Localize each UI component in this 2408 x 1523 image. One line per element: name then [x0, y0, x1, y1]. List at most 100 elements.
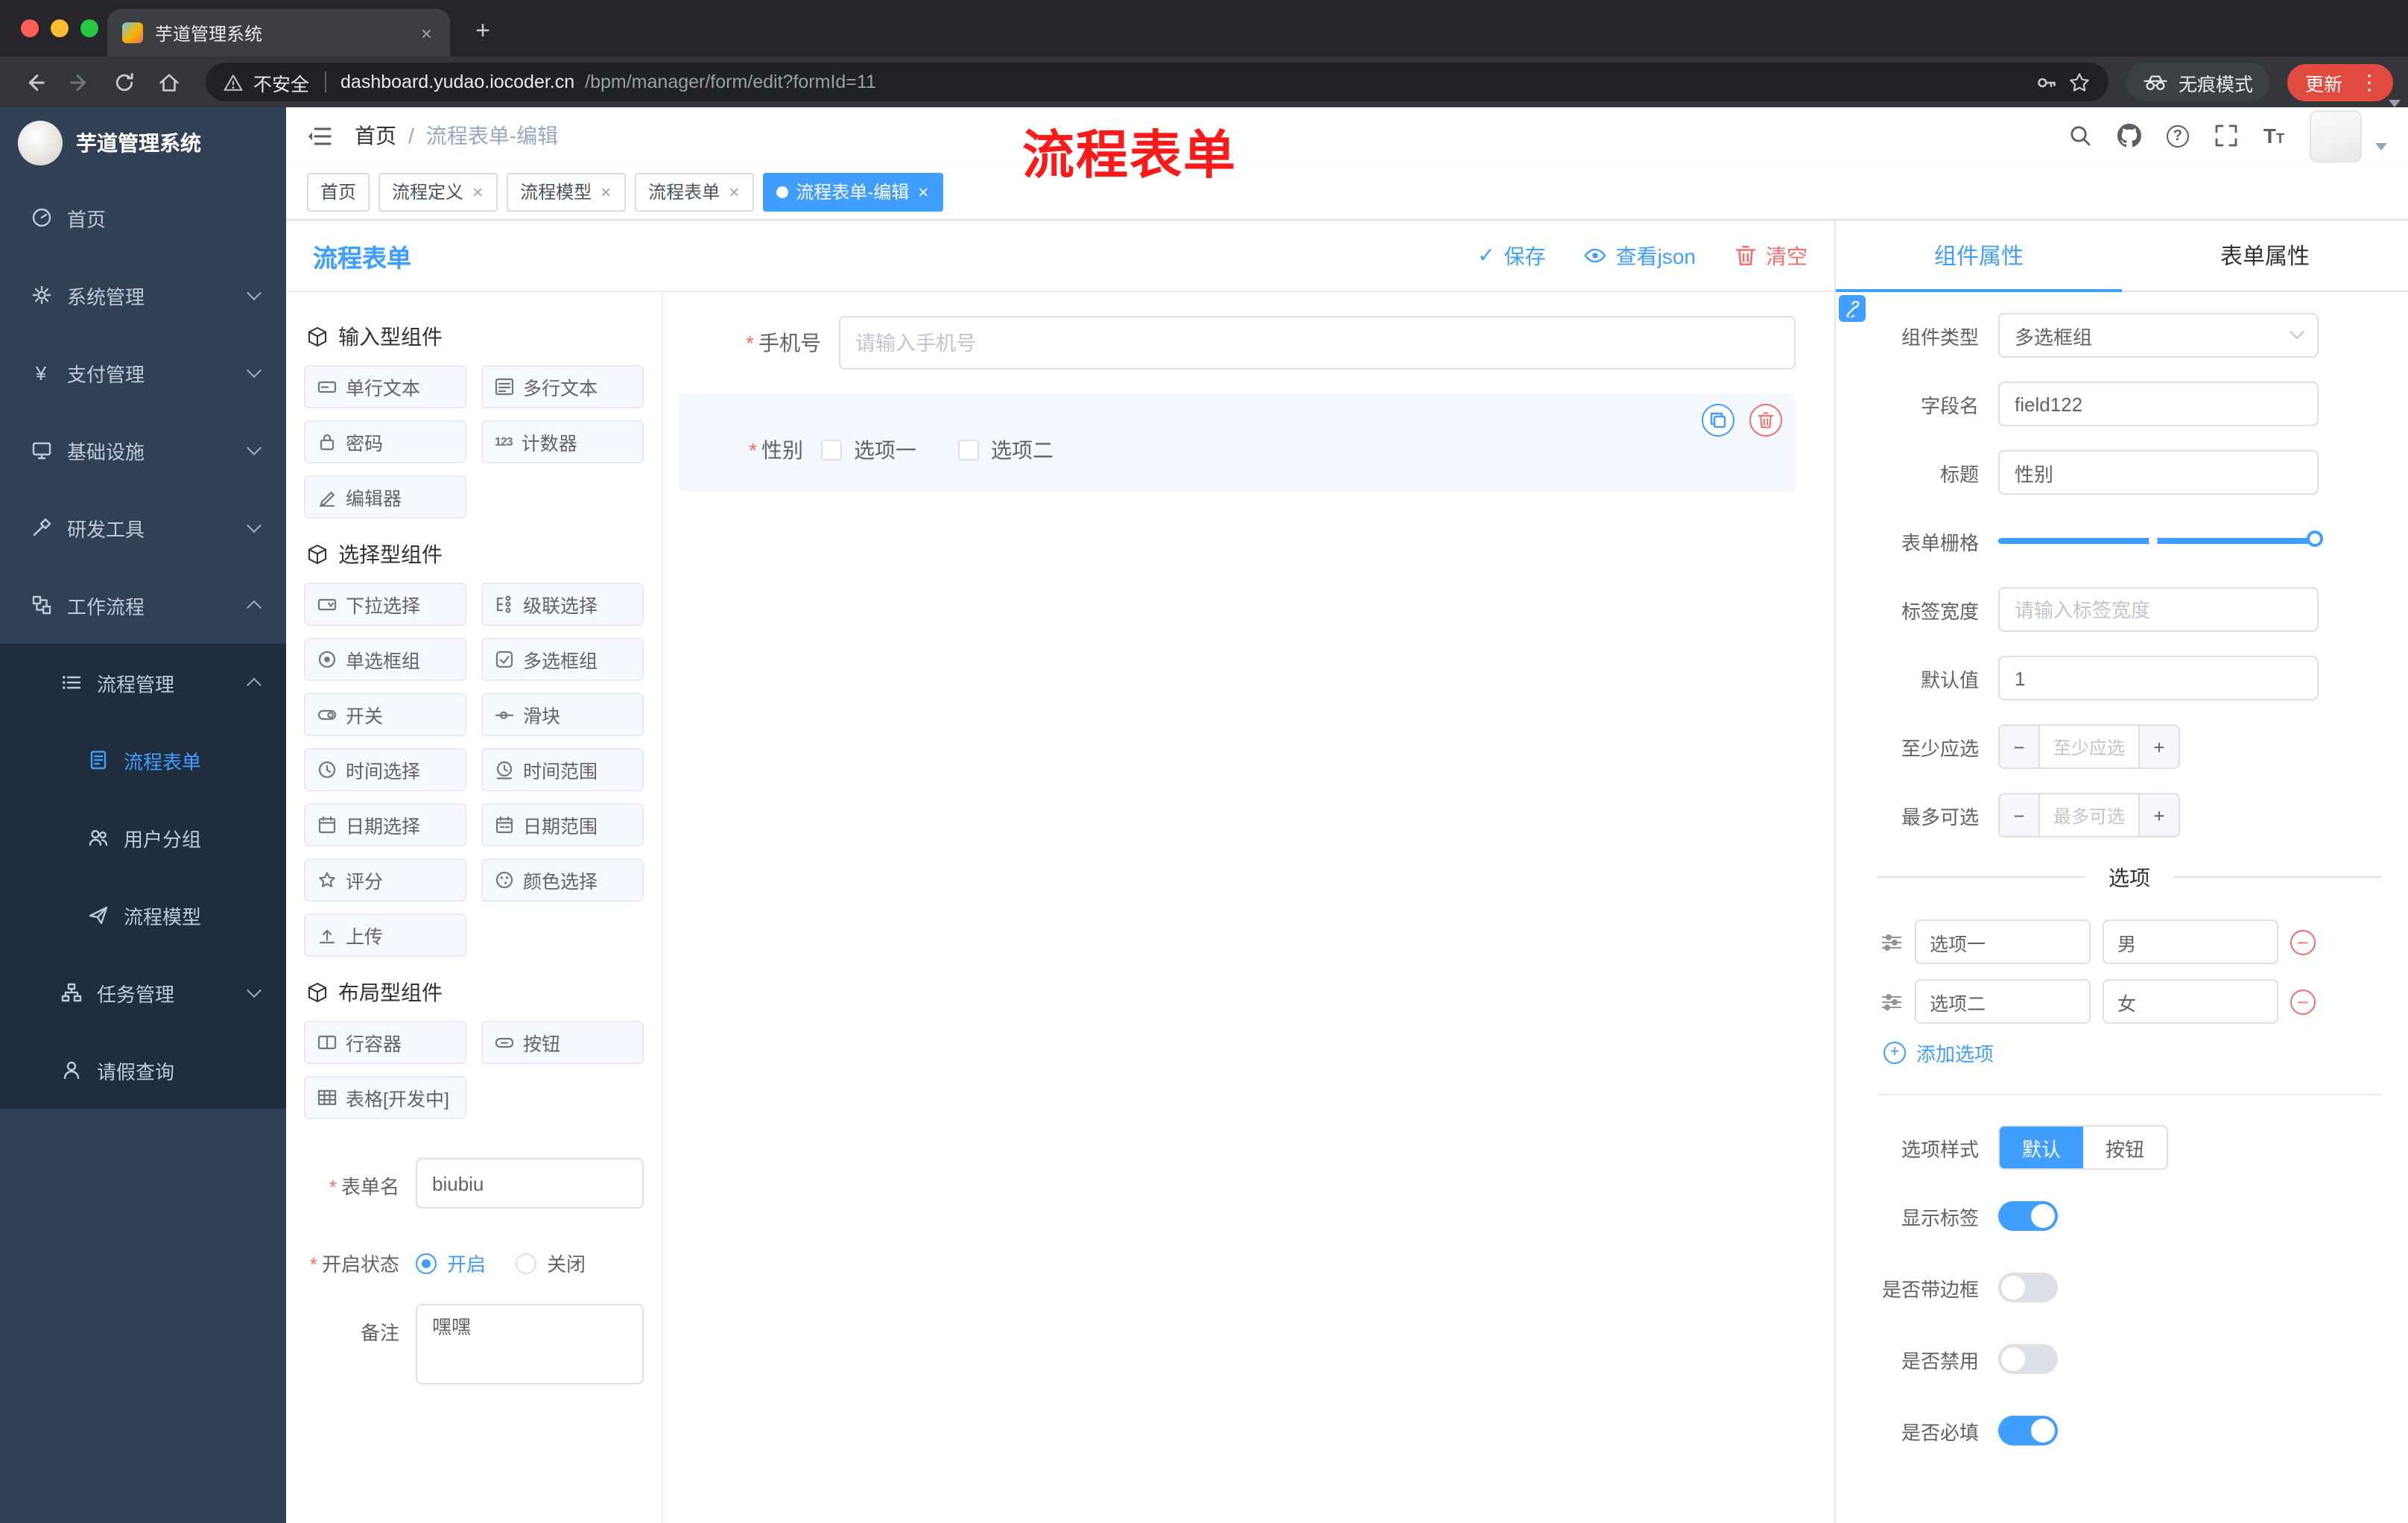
- palette-item[interactable]: 编辑器: [304, 475, 466, 519]
- tab-form-props[interactable]: 表单属性: [2122, 221, 2408, 291]
- palette-item[interactable]: 多行文本: [481, 365, 644, 408]
- palette-item[interactable]: 上传: [304, 914, 466, 957]
- search-icon[interactable]: [2068, 124, 2092, 148]
- new-tab-button[interactable]: +: [462, 10, 504, 52]
- slider-handle[interactable]: [2307, 530, 2323, 546]
- tag-process-model[interactable]: 流程模型 ×: [507, 172, 627, 211]
- sidebar-item-payment[interactable]: ¥ 支付管理: [0, 334, 286, 411]
- label-width-input[interactable]: [1998, 587, 2319, 632]
- title-input[interactable]: [1998, 450, 2319, 495]
- option-label-input[interactable]: [1915, 919, 2091, 964]
- form-grid-slider[interactable]: [1998, 519, 2323, 563]
- phone-field-row[interactable]: * 手机号: [678, 316, 1796, 370]
- palette-item[interactable]: 时间选择: [304, 748, 466, 791]
- gender-checkbox-option2[interactable]: 选项二: [958, 435, 1054, 465]
- clear-button[interactable]: 清空: [1734, 241, 1807, 270]
- more-menu-icon[interactable]: ⋮: [2354, 69, 2384, 95]
- sidebar-item-workflow[interactable]: 工作流程: [0, 566, 286, 644]
- sidebar-item-infra[interactable]: 基础设施: [0, 411, 286, 489]
- tab-component-props[interactable]: 组件属性: [1836, 221, 2122, 292]
- add-option-button[interactable]: + 添加选项: [1883, 1039, 2381, 1067]
- palette-item[interactable]: 颜色选择: [481, 858, 644, 902]
- link-icon[interactable]: [1839, 295, 1866, 322]
- browser-tab[interactable]: 芋道管理系统 ×: [107, 9, 450, 57]
- sidebar-item-process-form[interactable]: 流程表单: [0, 721, 286, 799]
- window-close-button[interactable]: [21, 19, 39, 37]
- status-on-radio[interactable]: 开启: [416, 1249, 486, 1277]
- palette-item[interactable]: 密码: [304, 420, 466, 463]
- widget-delete-button[interactable]: [1749, 404, 1782, 437]
- max-select-stepper[interactable]: − 最多可选 +: [1998, 793, 2180, 838]
- disabled-toggle[interactable]: [1998, 1344, 2058, 1374]
- tag-home[interactable]: 首页: [307, 172, 370, 211]
- window-minimize-button[interactable]: [51, 19, 69, 37]
- help-icon[interactable]: ?: [2166, 124, 2189, 147]
- tab-close-icon[interactable]: ×: [418, 22, 435, 44]
- tag-process-definition[interactable]: 流程定义 ×: [378, 172, 498, 211]
- increase-button[interactable]: +: [2138, 726, 2179, 767]
- status-off-radio[interactable]: 关闭: [516, 1249, 586, 1277]
- drag-handle-icon[interactable]: [1881, 931, 1903, 953]
- address-bar[interactable]: 不安全 dashboard.yudao.iocoder.cn/bpm/manag…: [206, 63, 2108, 101]
- gender-checkbox-option1[interactable]: 选项一: [821, 435, 916, 465]
- remove-option-button[interactable]: −: [2290, 989, 2316, 1014]
- home-button[interactable]: [149, 63, 188, 101]
- close-icon[interactable]: ×: [916, 181, 930, 202]
- form-canvas[interactable]: * 手机号 请输入手机号 * 性别 选项一 选项二: [663, 292, 1834, 1523]
- increase-button[interactable]: +: [2138, 794, 2179, 836]
- avatar[interactable]: [2310, 110, 2362, 162]
- sidebar-item-process-mgmt[interactable]: 流程管理: [0, 644, 286, 721]
- sidebar-item-process-model[interactable]: 流程模型: [0, 876, 286, 954]
- close-icon[interactable]: ×: [599, 181, 612, 202]
- decrease-button[interactable]: −: [2000, 726, 2040, 767]
- remark-textarea[interactable]: 嘿嘿: [416, 1304, 644, 1384]
- palette-item[interactable]: 日期选择: [304, 803, 466, 846]
- view-json-button[interactable]: 查看json: [1585, 241, 1696, 270]
- palette-item[interactable]: 单行文本: [304, 365, 466, 408]
- default-value-input[interactable]: [1998, 656, 2319, 700]
- border-toggle[interactable]: [1998, 1273, 2058, 1302]
- form-name-input[interactable]: [416, 1158, 644, 1209]
- back-button[interactable]: [15, 63, 54, 101]
- option-label-input[interactable]: [1915, 979, 2091, 1024]
- forward-button[interactable]: [60, 63, 98, 101]
- drag-handle-icon[interactable]: [1881, 990, 1903, 1013]
- fullscreen-icon[interactable]: [2214, 124, 2238, 148]
- component-type-select[interactable]: 多选框组: [1998, 313, 2319, 358]
- sidebar-logo[interactable]: 芋道管理系统: [0, 107, 286, 179]
- gender-widget-selected[interactable]: * 性别 选项一 选项二: [678, 393, 1796, 492]
- palette-item[interactable]: 日期范围: [481, 803, 644, 846]
- option-value-input[interactable]: [2103, 919, 2278, 964]
- palette-item[interactable]: 行容器: [304, 1021, 466, 1064]
- tag-process-form-edit[interactable]: 流程表单-编辑 ×: [763, 172, 944, 211]
- window-zoom-button[interactable]: [80, 19, 98, 37]
- phone-input[interactable]: [839, 316, 1796, 370]
- key-icon[interactable]: [2035, 71, 2058, 93]
- close-icon[interactable]: ×: [727, 181, 741, 202]
- reload-button[interactable]: [104, 63, 143, 101]
- option-style-default[interactable]: 默认: [2000, 1127, 2084, 1168]
- breadcrumb-home[interactable]: 首页: [355, 121, 396, 151]
- update-button[interactable]: 更新 ⋮: [2287, 63, 2393, 101]
- option-value-input[interactable]: [2103, 979, 2278, 1024]
- palette-item[interactable]: 开关: [304, 693, 466, 736]
- required-toggle[interactable]: [1998, 1416, 2058, 1446]
- option-style-button[interactable]: 按钮: [2083, 1127, 2167, 1168]
- palette-item[interactable]: 表格[开发中]: [304, 1076, 466, 1119]
- font-size-icon[interactable]: TT: [2263, 124, 2284, 148]
- tag-process-form[interactable]: 流程表单 ×: [635, 172, 755, 211]
- github-icon[interactable]: [2117, 124, 2141, 148]
- decrease-button[interactable]: −: [2000, 794, 2040, 836]
- palette-item[interactable]: 时间范围: [481, 748, 644, 791]
- sidebar-item-leave-query[interactable]: 请假查询: [0, 1031, 286, 1109]
- sidebar-collapse-icon[interactable]: [307, 123, 332, 148]
- palette-item[interactable]: 评分: [304, 858, 466, 902]
- palette-item[interactable]: 按钮: [481, 1021, 644, 1064]
- sidebar-item-user-group[interactable]: 用户分组: [0, 799, 286, 876]
- palette-item[interactable]: 123 计数器: [481, 420, 644, 463]
- palette-item[interactable]: 单选框组: [304, 638, 466, 681]
- sidebar-item-devtools[interactable]: 研发工具: [0, 489, 286, 566]
- close-icon[interactable]: ×: [471, 181, 484, 202]
- bookmark-star-icon[interactable]: [2068, 71, 2091, 93]
- palette-item[interactable]: 多选框组: [481, 638, 644, 681]
